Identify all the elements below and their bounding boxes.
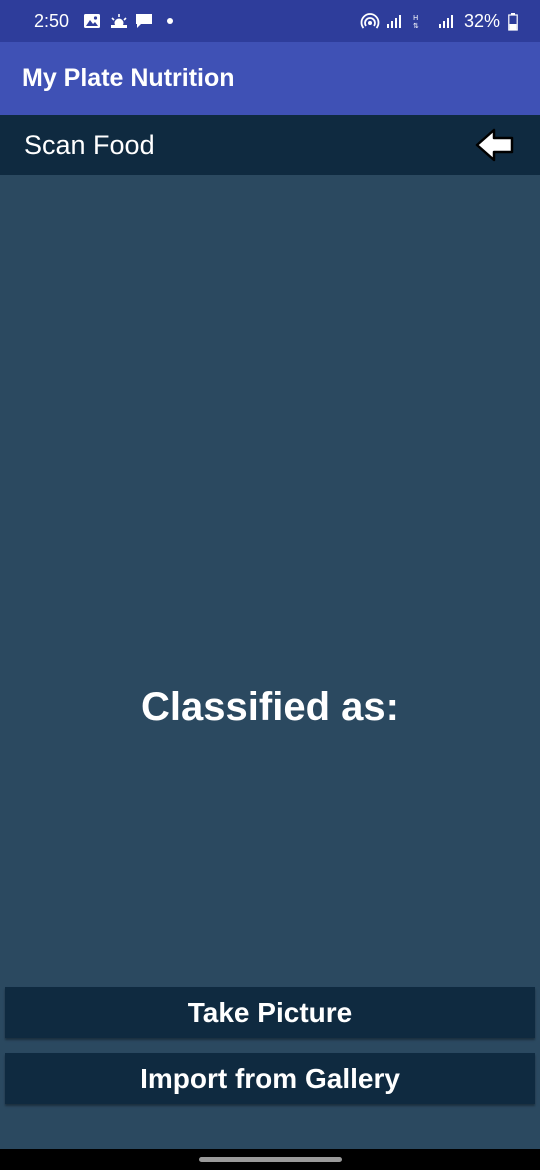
message-icon [135,13,153,29]
signal-icon [386,13,404,29]
status-left: 2:50 [34,10,174,32]
status-right: H ⇅ 32% [360,11,518,32]
import-gallery-button[interactable]: Import from Gallery [5,1053,535,1104]
back-arrow-icon [475,128,514,162]
navigation-bar [0,1149,540,1170]
notification-dot-icon [167,18,174,24]
classified-label: Classified as: [141,685,399,729]
home-indicator[interactable] [199,1157,342,1162]
sub-header: Scan Food [0,115,540,175]
status-time: 2:50 [34,10,70,31]
data-icon: H ⇅ [412,13,430,30]
svg-text:⇅: ⇅ [413,22,419,29]
svg-text:H: H [413,14,418,22]
hotspot-icon [360,13,380,29]
back-button[interactable] [474,127,516,163]
page-title: Scan Food [24,129,155,160]
battery-icon [508,13,518,31]
app-title: My Plate Nutrition [22,64,235,92]
weather-icon [109,13,128,29]
app-bar: My Plate Nutrition [0,42,540,115]
signal-icon-2 [438,13,456,29]
screen: 2:50 H ⇅ 32% My Plate Nutrition Scan Foo… [0,0,540,1170]
gallery-icon [83,13,101,29]
battery-percent: 32% [463,10,500,31]
take-picture-button[interactable]: Take Picture [5,987,535,1038]
status-bar: 2:50 H ⇅ 32% [0,0,540,42]
